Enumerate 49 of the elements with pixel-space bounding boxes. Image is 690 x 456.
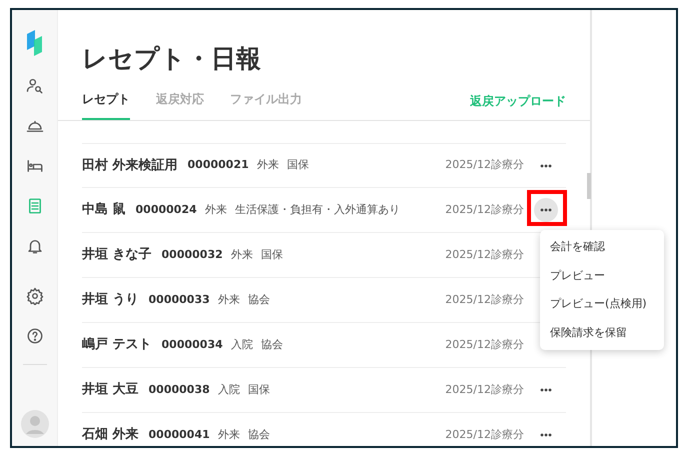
visit-type: 外来 bbox=[230, 246, 253, 263]
patient-id: 00000024 bbox=[136, 202, 197, 218]
highlight-frame bbox=[527, 190, 567, 226]
billing-period: 2025/12診療分 bbox=[445, 382, 524, 398]
patient-id: 00000032 bbox=[162, 246, 223, 263]
patient-name: 嶋戸 テスト bbox=[82, 336, 152, 354]
visit-type: 入院 bbox=[218, 382, 240, 398]
patient-id: 00000038 bbox=[148, 382, 210, 398]
insurance-type: 国保 bbox=[260, 246, 283, 263]
patient-id: 00000033 bbox=[148, 292, 210, 308]
patient-name: 石畑 外来 bbox=[82, 426, 139, 444]
patient-name: 井垣 大豆 bbox=[82, 381, 139, 400]
visit-type: 外来 bbox=[204, 202, 227, 218]
patient-name: 田村 外来検証用 bbox=[82, 156, 178, 175]
billing-period: 2025/12診療分 bbox=[445, 426, 524, 443]
billing-period: 2025/12診療分 bbox=[445, 157, 524, 174]
menu-item[interactable]: プレビュー bbox=[540, 262, 664, 290]
visit-type: 外来 bbox=[256, 157, 279, 174]
visit-type: 外来 bbox=[218, 292, 240, 308]
more-icon bbox=[540, 388, 552, 392]
patient-name: 中島 鼠 bbox=[82, 201, 126, 220]
patient-name: 井垣 きな子 bbox=[82, 246, 152, 264]
billing-period: 2025/12診療分 bbox=[445, 246, 524, 263]
visit-type: 入院 bbox=[230, 336, 253, 353]
billing-period: 2025/12診療分 bbox=[445, 336, 524, 353]
patient-id: 00000034 bbox=[162, 336, 223, 353]
menu-item[interactable]: 会計を確認 bbox=[540, 233, 664, 262]
patient-name: 井垣 うり bbox=[82, 291, 139, 310]
visit-type: 外来 bbox=[218, 426, 240, 443]
insurance-type: 国保 bbox=[286, 157, 309, 174]
insurance-type: 協会 bbox=[248, 426, 270, 443]
insurance-type: 国保 bbox=[248, 382, 270, 398]
insurance-type: 協会 bbox=[260, 336, 283, 353]
insurance-type: 協会 bbox=[248, 292, 270, 308]
scrollbar-thumb[interactable] bbox=[587, 173, 591, 199]
patient-id: 00000041 bbox=[148, 426, 210, 443]
app-logo bbox=[26, 30, 44, 56]
menu-item[interactable]: プレビュー(点検用) bbox=[540, 290, 664, 318]
insurance-type: 生活保護・負担有・入外通算あり bbox=[234, 202, 400, 218]
more-button[interactable] bbox=[534, 198, 558, 222]
more-icon bbox=[540, 433, 552, 437]
billing-period: 2025/12診療分 bbox=[445, 292, 524, 308]
billing-period: 2025/12診療分 bbox=[445, 202, 524, 218]
menu-item[interactable]: 保険請求を保留 bbox=[540, 318, 664, 347]
more-icon bbox=[540, 164, 552, 168]
tab[interactable]: レセプト bbox=[82, 90, 130, 120]
more-icon bbox=[540, 208, 552, 212]
page-title: レセプト・日報 bbox=[82, 44, 262, 74]
patient-id: 00000021 bbox=[188, 157, 249, 174]
